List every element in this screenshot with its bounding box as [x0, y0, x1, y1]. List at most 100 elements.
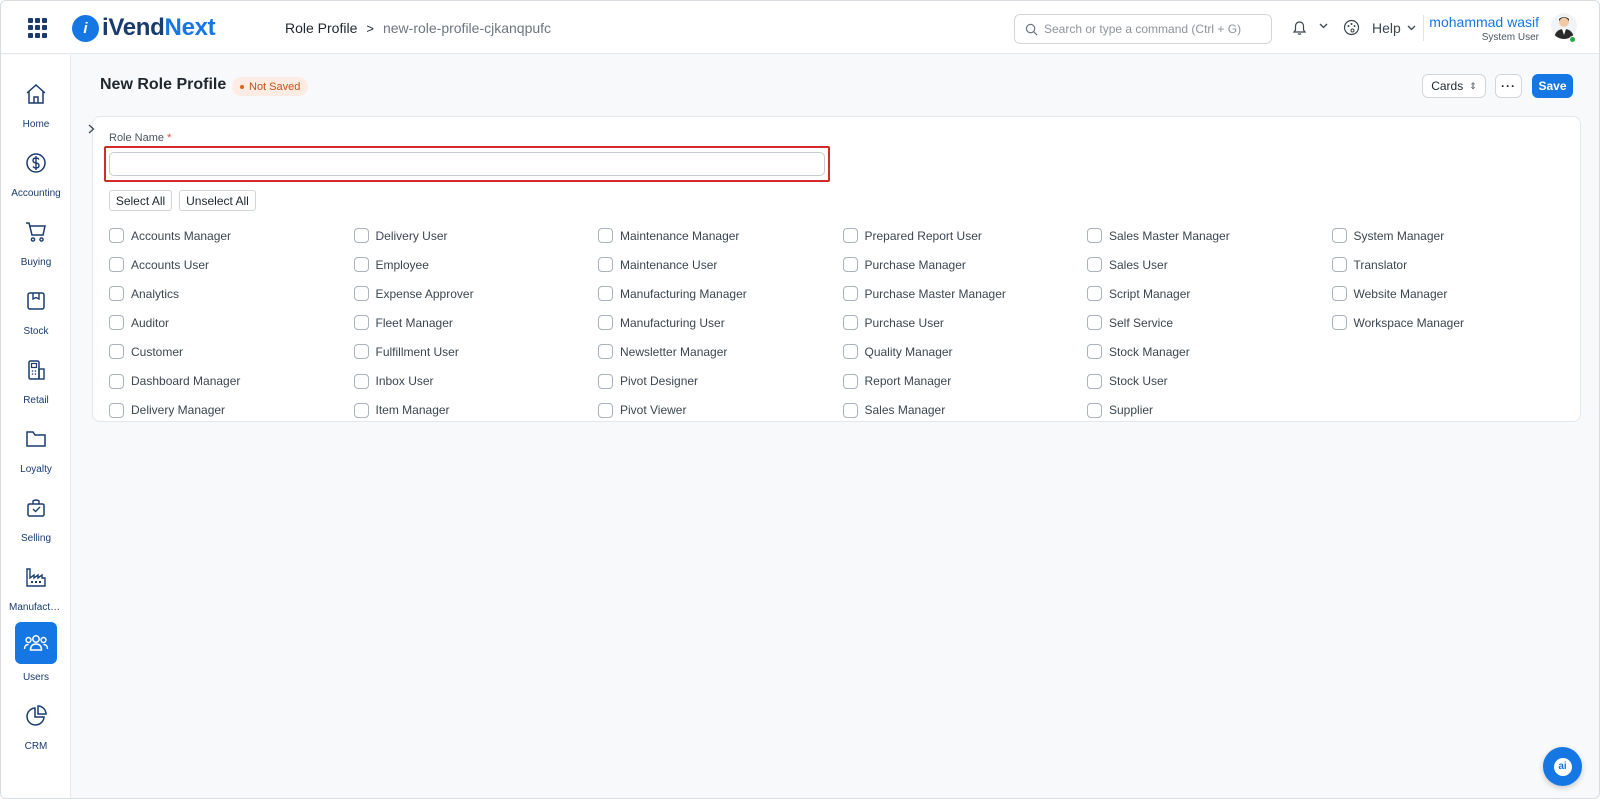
role-checkbox[interactable] — [842, 286, 858, 302]
sidebar-item-users[interactable]: Users — [1, 622, 71, 683]
role-checkbox-item[interactable]: Sales User — [1087, 250, 1332, 279]
sidebar-toggle-chevron-right-icon[interactable] — [88, 124, 95, 134]
role-checkbox[interactable] — [842, 315, 858, 331]
search-box[interactable] — [1014, 14, 1272, 44]
select-all-button[interactable]: Select All — [109, 190, 172, 211]
role-checkbox[interactable] — [598, 373, 613, 389]
role-checkbox[interactable] — [1331, 315, 1347, 331]
role-checkbox-item[interactable]: Stock Manager — [1087, 337, 1332, 366]
role-checkbox-item[interactable]: Manufacturing User — [598, 308, 843, 337]
role-checkbox-item[interactable]: Sales Master Manager — [1087, 221, 1332, 250]
role-checkbox[interactable] — [1087, 373, 1102, 389]
role-checkbox-item[interactable]: Maintenance User — [598, 250, 843, 279]
role-checkbox-item[interactable]: Employee — [353, 250, 599, 279]
role-checkbox[interactable] — [598, 402, 613, 418]
role-checkbox[interactable] — [1331, 228, 1347, 244]
role-checkbox-item[interactable]: Pivot Viewer — [598, 396, 843, 425]
role-checkbox[interactable] — [353, 315, 369, 331]
notification-chevron-down-icon[interactable] — [1319, 23, 1328, 29]
role-checkbox[interactable] — [109, 402, 124, 418]
role-checkbox[interactable] — [1087, 402, 1102, 418]
role-checkbox[interactable] — [353, 373, 369, 389]
role-checkbox[interactable] — [109, 344, 124, 360]
role-checkbox-item[interactable]: Stock User — [1087, 366, 1332, 395]
help-menu[interactable]: Help — [1372, 20, 1416, 36]
role-checkbox-item[interactable]: Script Manager — [1087, 279, 1332, 308]
role-checkbox[interactable] — [598, 315, 613, 331]
app-grid-icon[interactable] — [28, 18, 48, 38]
role-checkbox[interactable] — [598, 257, 613, 273]
sidebar-item-buying[interactable]: Buying — [1, 211, 71, 268]
role-checkbox[interactable] — [598, 344, 613, 360]
role-checkbox-item[interactable]: Pivot Designer — [598, 366, 843, 395]
role-checkbox[interactable] — [109, 228, 124, 244]
role-checkbox-item[interactable]: Expense Approver — [353, 279, 599, 308]
role-checkbox-item[interactable]: Accounts User — [109, 250, 354, 279]
role-checkbox-item[interactable]: Manufacturing Manager — [598, 279, 843, 308]
role-checkbox[interactable] — [1087, 286, 1102, 302]
role-checkbox-item[interactable]: Delivery Manager — [109, 396, 354, 425]
role-checkbox-item[interactable]: Self Service — [1087, 308, 1332, 337]
sidebar-item-retail[interactable]: Retail — [1, 349, 71, 406]
role-checkbox-item[interactable]: Maintenance Manager — [598, 221, 843, 250]
role-checkbox[interactable] — [109, 373, 124, 389]
role-checkbox-item[interactable]: Supplier — [1087, 396, 1332, 425]
role-checkbox[interactable] — [1087, 344, 1102, 360]
role-checkbox[interactable] — [1331, 286, 1347, 302]
role-checkbox[interactable] — [353, 344, 369, 360]
sidebar-item-stock[interactable]: Stock — [1, 280, 71, 337]
unselect-all-button[interactable]: Unselect All — [179, 190, 256, 211]
role-checkbox[interactable] — [109, 315, 124, 331]
view-cards-select[interactable]: Cards ⇕ — [1422, 74, 1486, 98]
role-checkbox-item[interactable]: Workspace Manager — [1331, 308, 1577, 337]
role-checkbox[interactable] — [1087, 315, 1102, 331]
role-checkbox[interactable] — [1331, 257, 1347, 273]
role-checkbox[interactable] — [842, 257, 858, 273]
role-checkbox[interactable] — [598, 286, 613, 302]
role-checkbox-item[interactable]: Report Manager — [842, 366, 1088, 395]
role-checkbox[interactable] — [109, 286, 124, 302]
role-checkbox-item[interactable]: Purchase Master Manager — [842, 279, 1088, 308]
search-input[interactable] — [1044, 22, 1264, 36]
role-checkbox[interactable] — [842, 228, 858, 244]
role-checkbox[interactable] — [353, 257, 369, 273]
role-checkbox[interactable] — [598, 228, 613, 244]
role-name-input[interactable] — [109, 152, 825, 176]
role-checkbox-item[interactable]: System Manager — [1331, 221, 1577, 250]
role-checkbox-item[interactable]: Purchase User — [842, 308, 1088, 337]
role-checkbox-item[interactable]: Analytics — [109, 279, 354, 308]
role-checkbox-item[interactable]: Item Manager — [353, 396, 599, 425]
sidebar-item-selling[interactable]: Selling — [1, 487, 71, 544]
ai-assistant-button[interactable]: ai — [1543, 747, 1582, 786]
role-checkbox[interactable] — [842, 373, 858, 389]
role-checkbox[interactable] — [353, 402, 369, 418]
role-checkbox-item[interactable]: Sales Manager — [842, 396, 1088, 425]
user-menu[interactable]: mohammad wasif System User — [1429, 14, 1539, 43]
role-checkbox-item[interactable]: Website Manager — [1331, 279, 1577, 308]
role-checkbox[interactable] — [1087, 228, 1102, 244]
role-checkbox[interactable] — [353, 228, 369, 244]
role-checkbox-item[interactable]: Auditor — [109, 308, 354, 337]
role-checkbox-item[interactable]: Prepared Report User — [842, 221, 1088, 250]
role-checkbox[interactable] — [842, 402, 858, 418]
role-checkbox-item[interactable]: Quality Manager — [842, 337, 1088, 366]
sidebar-item-crm[interactable]: CRM — [1, 695, 71, 752]
role-checkbox-item[interactable]: Dashboard Manager — [109, 366, 354, 395]
role-checkbox-item[interactable]: Fulfillment User — [353, 337, 599, 366]
sidebar-item-accounting[interactable]: Accounting — [1, 142, 71, 199]
role-checkbox[interactable] — [353, 286, 369, 302]
breadcrumb-parent[interactable]: Role Profile — [285, 20, 357, 36]
role-checkbox-item[interactable]: Inbox User — [353, 366, 599, 395]
more-actions-button[interactable]: ··· — [1495, 74, 1522, 98]
sidebar-item-home[interactable]: Home — [1, 73, 71, 130]
sidebar-item-loyalty[interactable]: Loyalty — [1, 418, 71, 475]
role-checkbox-item[interactable]: Fleet Manager — [353, 308, 599, 337]
role-checkbox-item[interactable]: Customer — [109, 337, 354, 366]
role-checkbox-item[interactable]: Translator — [1331, 250, 1577, 279]
role-checkbox[interactable] — [1087, 257, 1102, 273]
theme-palette-icon[interactable] — [1343, 19, 1360, 36]
save-button[interactable]: Save — [1532, 74, 1573, 98]
sidebar-item-manufacturing[interactable]: Manufacturing — [1, 556, 71, 613]
role-checkbox[interactable] — [842, 344, 858, 360]
role-checkbox-item[interactable]: Newsletter Manager — [598, 337, 843, 366]
